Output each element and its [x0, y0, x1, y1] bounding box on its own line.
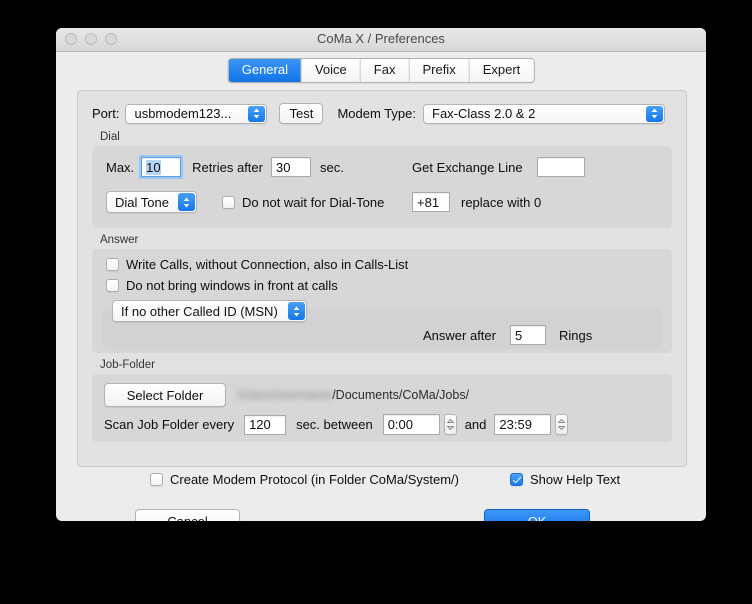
- tab-expert[interactable]: Expert: [469, 59, 534, 82]
- cancel-button[interactable]: Cancel: [135, 509, 240, 521]
- no-bring-front-checkbox[interactable]: [106, 279, 119, 292]
- show-help-text-label: Show Help Text: [530, 472, 621, 487]
- time-to-input[interactable]: 23:59: [494, 414, 552, 435]
- job-folder-group-title: Job-Folder: [100, 359, 155, 371]
- retries-after-label: Retries after: [192, 159, 263, 175]
- tab-group: General Voice Fax Prefix Expert: [227, 58, 535, 83]
- answer-after-row: Answer after 5 Rings: [423, 325, 592, 345]
- tab-prefix[interactable]: Prefix: [409, 59, 470, 82]
- create-modem-protocol-label: Create Modem Protocol (in Folder CoMa/Sy…: [170, 472, 459, 487]
- modem-type-select[interactable]: Fax-Class 2.0 & 2: [423, 103, 665, 124]
- modem-type-select-value: Fax-Class 2.0 & 2: [432, 106, 536, 121]
- max-retries-input[interactable]: 10: [139, 155, 184, 179]
- chevron-updown-icon: [248, 105, 266, 122]
- scan-interval-row: Scan Job Folder every 120 sec. between 0…: [104, 414, 569, 435]
- write-calls-label: Write Calls, without Connection, also in…: [126, 257, 409, 272]
- country-code-input[interactable]: +81: [412, 192, 450, 212]
- msn-row: If no other Called ID (MSN): [112, 300, 307, 322]
- test-button[interactable]: Test: [279, 103, 324, 124]
- chevron-updown-icon: [646, 105, 663, 122]
- rings-input[interactable]: 5: [509, 325, 546, 345]
- answer-group-title: Answer: [100, 234, 139, 246]
- tab-general[interactable]: General: [228, 59, 302, 82]
- tab-bar: General Voice Fax Prefix Expert: [56, 52, 706, 86]
- ok-button[interactable]: OK: [484, 509, 590, 521]
- max-retries-value: 10: [146, 159, 161, 175]
- exchange-line-label: Get Exchange Line: [412, 159, 523, 175]
- time-to-stepper[interactable]: [555, 414, 569, 435]
- port-row: Port: usbmodem123... Test Modem Type: Fa…: [92, 103, 665, 124]
- scan-job-folder-label: Scan Job Folder every: [104, 417, 235, 432]
- dial-group-title: Dial: [100, 131, 120, 143]
- answer-after-label: Answer after: [423, 327, 496, 343]
- dial-tone-select[interactable]: Dial Tone: [106, 191, 197, 213]
- time-from-input[interactable]: 0:00: [382, 414, 440, 435]
- dial-tone-row: Dial Tone Do not wait for Dial-Tone: [106, 191, 384, 213]
- write-calls-row: Write Calls, without Connection, also in…: [106, 257, 408, 272]
- tab-fax[interactable]: Fax: [360, 59, 410, 82]
- port-select-value: usbmodem123...: [134, 106, 232, 121]
- no-wait-dial-tone-label: Do not wait for Dial-Tone: [242, 194, 385, 210]
- select-folder-row: Select Folder /Users/username /Documents…: [104, 383, 469, 407]
- no-front-row: Do not bring windows in front at calls: [106, 278, 338, 293]
- dial-retries-row: Max. 10 Retries after 30 sec.: [106, 155, 344, 179]
- exchange-line-row: Get Exchange Line: [412, 157, 585, 177]
- exchange-line-input[interactable]: [536, 157, 585, 177]
- msn-select-value: If no other Called ID (MSN): [121, 303, 278, 319]
- chevron-updown-icon: [178, 193, 195, 211]
- max-label: Max.: [106, 159, 135, 175]
- show-help-row: Show Help Text: [510, 472, 620, 487]
- time-from-stepper[interactable]: [443, 414, 457, 435]
- create-modem-protocol-checkbox[interactable]: [150, 473, 163, 486]
- sec-between-label: sec. between: [296, 417, 373, 432]
- port-label: Port:: [92, 106, 120, 121]
- no-bring-front-label: Do not bring windows in front at calls: [126, 278, 338, 293]
- and-label: and: [464, 417, 487, 432]
- window-title: CoMa X / Preferences: [317, 31, 445, 46]
- sec-label: sec.: [319, 159, 344, 175]
- modem-protocol-row: Create Modem Protocol (in Folder CoMa/Sy…: [150, 472, 459, 487]
- port-select[interactable]: usbmodem123...: [125, 103, 268, 124]
- job-folder-path-redacted: /Users/username: [237, 388, 333, 402]
- show-help-text-checkbox[interactable]: [510, 473, 523, 486]
- replace-with-label: replace with 0: [461, 194, 542, 210]
- rings-label: Rings: [558, 327, 593, 343]
- scan-interval-input[interactable]: 120: [244, 414, 287, 435]
- no-wait-dial-tone-checkbox[interactable]: [222, 195, 235, 209]
- job-folder-path: /Users/username /Documents/CoMa/Jobs/: [237, 388, 469, 402]
- tab-voice[interactable]: Voice: [301, 59, 361, 82]
- modem-type-label: Modem Type:: [337, 106, 416, 121]
- job-folder-path-visible: /Documents/CoMa/Jobs/: [332, 388, 470, 402]
- msn-select[interactable]: If no other Called ID (MSN): [112, 300, 307, 322]
- retries-seconds-input[interactable]: 30: [270, 157, 311, 177]
- write-calls-checkbox[interactable]: [106, 258, 119, 271]
- dial-tone-select-value: Dial Tone: [115, 194, 169, 210]
- preferences-window: CoMa X / Preferences General Voice Fax P…: [56, 28, 706, 521]
- general-tab-panel: Port: usbmodem123... Test Modem Type: Fa…: [77, 90, 687, 467]
- country-code-row: +81 replace with 0: [412, 192, 541, 212]
- select-folder-button[interactable]: Select Folder: [104, 383, 226, 407]
- window-titlebar: CoMa X / Preferences: [56, 28, 706, 52]
- chevron-updown-icon: [288, 302, 305, 320]
